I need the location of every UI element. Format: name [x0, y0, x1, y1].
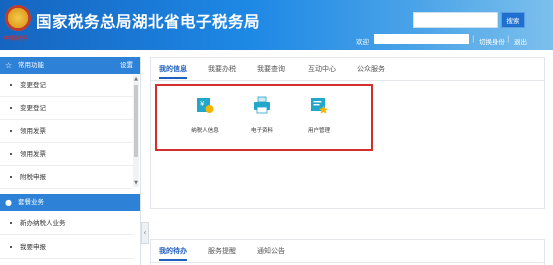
sidebar-item[interactable]: 领用发票 — [0, 120, 133, 143]
app-label: 用户管理 — [307, 128, 330, 134]
tab-my-info[interactable]: 我的信息 — [159, 64, 187, 79]
tab-my-todo[interactable]: 我的待办 — [159, 246, 187, 261]
header-separator: | — [472, 35, 475, 43]
sidebar-item-label: 变更登记 — [20, 81, 46, 89]
sidebar-item[interactable]: 变更登记 — [0, 97, 133, 120]
app-label: 纳税人信息 — [191, 128, 219, 134]
sidebar-item[interactable]: 领用发票 — [0, 143, 133, 166]
switch-identity-link[interactable]: 切换身份 — [479, 36, 505, 46]
sidebar-collapse-handle[interactable]: ‹ — [141, 222, 149, 244]
welcome-label: 欢迎 — [356, 38, 369, 46]
tab-notices[interactable]: 通知公告 — [257, 246, 285, 256]
tab-service-reminder[interactable]: 服务提醒 — [208, 246, 236, 256]
app-user-management[interactable]: 用户管理 — [294, 94, 344, 142]
bullet-icon — [10, 153, 12, 155]
search-input[interactable] — [413, 12, 498, 28]
tax-emblem-logo — [5, 5, 31, 31]
sidebar-item[interactable]: 变更登记 — [0, 74, 133, 97]
search-button[interactable]: 搜索 — [501, 12, 525, 28]
sidebar-item-label: 我要申报 — [20, 243, 46, 251]
sidebar-item-label: 新办纳税人业务 — [20, 219, 66, 227]
bullet-icon — [10, 176, 12, 178]
scrollbar-thumb[interactable] — [134, 85, 138, 157]
site-title: 国家税务总局湖北省电子税务局 — [36, 13, 261, 31]
printer-icon — [254, 96, 270, 114]
sidebar-item-label: 领用发票 — [20, 127, 46, 135]
sidebar-section-label: 常用功能 — [18, 61, 44, 69]
package-icon: ● — [5, 198, 12, 207]
sidebar-item-label: 领用发票 — [20, 150, 46, 158]
taxpayer-info-icon: ¥ — [197, 98, 214, 113]
tab-query[interactable]: 我要查询 — [257, 64, 285, 74]
sidebar-item-label: 变更登记 — [20, 104, 46, 112]
logout-link[interactable]: 退出 — [514, 36, 527, 46]
star-icon: ☆ — [5, 61, 13, 70]
sidebar-section-common[interactable]: ☆ 常用功能 设置 — [0, 57, 140, 74]
app-shortcuts-highlight: ¥ 纳税人信息 电子资料 用户管理 — [155, 84, 373, 151]
panel-tabs: 我的待办 服务提醒 通知公告 — [151, 240, 544, 263]
app-e-documents[interactable]: 电子资料 — [237, 94, 287, 142]
bullet-icon — [10, 107, 12, 109]
sidebar-section-label: 套餐业务 — [18, 198, 44, 206]
svg-text:¥: ¥ — [200, 100, 205, 108]
sidebar-item[interactable]: 我要申报 — [0, 236, 133, 259]
todo-panel: 我的待办 服务提醒 通知公告 — [150, 239, 545, 265]
sidebar-item-label: 附税申报 — [20, 173, 46, 181]
bullet-icon — [10, 222, 12, 224]
header-separator: | — [507, 35, 510, 43]
sidebar-settings-link[interactable]: 设置 — [120, 57, 133, 74]
app-taxpayer-info[interactable]: ¥ 纳税人信息 — [180, 94, 230, 142]
user-name-field — [374, 34, 469, 44]
tab-tax-handling[interactable]: 我要办税 — [208, 64, 236, 74]
user-management-icon — [311, 98, 328, 114]
app-label: 电子资料 — [250, 128, 273, 134]
sidebar: ☆ 常用功能 设置 变更登记 变更登记 领用发票 领用发票 附税申报 ▲ ▼ ●… — [0, 57, 141, 265]
scroll-up-arrow-icon[interactable]: ▲ — [133, 75, 139, 83]
scroll-down-arrow-icon[interactable]: ▼ — [133, 179, 139, 187]
my-info-panel: 我的信息 我要办税 我要查询 互动中心 公众服务 ¥ 纳税人信息 电子资料 用户… — [150, 57, 545, 209]
bullet-icon — [10, 246, 12, 248]
bullet-icon — [10, 130, 12, 132]
bullet-icon — [10, 84, 12, 86]
header-banner: 中国税务 国家税务总局湖北省电子税务局 搜索 欢迎 | 切换身份 | 退出 — [0, 0, 553, 50]
tab-public-service[interactable]: 公众服务 — [357, 64, 385, 74]
sidebar-item[interactable]: 附税申报 — [0, 166, 133, 189]
sidebar-section-package[interactable]: ● 套餐业务 — [0, 194, 140, 211]
tab-interaction-center[interactable]: 互动中心 — [308, 64, 336, 74]
emblem-caption: 中国税务 — [3, 35, 28, 42]
sidebar-item[interactable]: 新办纳税人业务 — [0, 212, 133, 235]
panel-tabs: 我的信息 我要办税 我要查询 互动中心 公众服务 — [151, 58, 544, 81]
